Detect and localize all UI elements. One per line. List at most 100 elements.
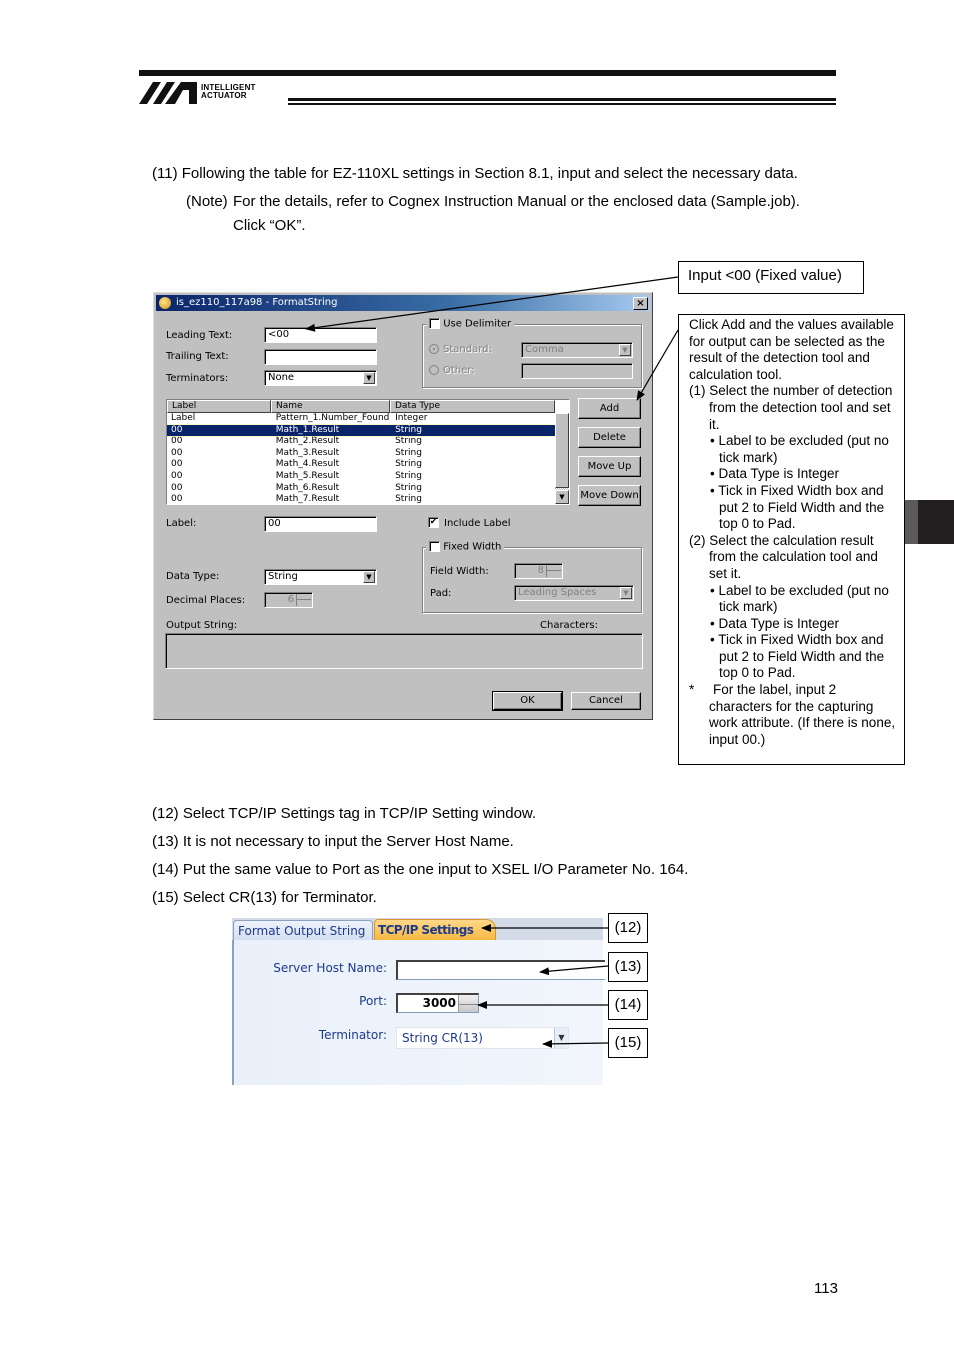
chevron-down-icon[interactable]: ▼ <box>620 587 632 599</box>
note-label: (Note) <box>186 193 228 210</box>
pad-select[interactable]: Leading Spaces ▼ <box>514 585 634 601</box>
output-string-label: Output String: <box>166 620 238 631</box>
cell-label: 00 <box>171 494 183 505</box>
decimal-places-value: 6 <box>287 594 294 605</box>
terminators-select[interactable]: None ▼ <box>264 370 377 386</box>
server-host-label: Server Host Name: <box>273 961 387 975</box>
output-items-list[interactable]: Label Name Data Type Label Pattern_1.Numb… <box>166 399 570 505</box>
callout-leading-text: Input <00 (Fixed value) <box>678 261 864 294</box>
chevron-down-icon[interactable]: ▼ <box>554 1028 568 1048</box>
chevron-down-icon[interactable]: ▼ <box>619 344 631 356</box>
standard-select[interactable]: Comma ▼ <box>521 342 633 358</box>
delete-button[interactable]: Delete <box>578 427 641 448</box>
callout-footnote: * For the label, input 2 characters for … <box>689 682 898 748</box>
fixed-width-checkbox[interactable] <box>429 541 440 552</box>
brand-line2: ACTUATOR <box>201 91 247 100</box>
cell-name: Pattern_1.Number_Found <box>275 413 390 423</box>
data-type-select[interactable]: String ▼ <box>264 569 377 585</box>
move-up-button[interactable]: Move Up <box>578 456 641 477</box>
output-string-box <box>165 633 643 669</box>
dialog-titlebar[interactable]: is_ez110_117a98 - FormatString × <box>156 295 650 311</box>
list-row[interactable]: 00 Math_7.Result String <box>167 494 555 505</box>
use-delimiter-checkbox[interactable] <box>429 318 440 329</box>
callout-bullet: • Data Type is Integer <box>710 615 840 631</box>
item-number: (1) <box>689 383 706 399</box>
step-14: (14) Put the same value to Port as the o… <box>152 861 689 878</box>
column-header-label[interactable]: Label <box>167 400 271 413</box>
callout-bullet: • Label to be excluded (put no tick mark… <box>710 582 889 615</box>
cell-type: String <box>395 494 422 505</box>
standard-radio[interactable] <box>429 344 439 354</box>
cell-type: String <box>395 470 422 481</box>
tab-format-output-string[interactable]: Format Output String <box>233 920 373 940</box>
list-row[interactable]: 00 Math_4.Result String <box>167 459 555 471</box>
spinner-arrows-icon[interactable] <box>546 565 561 577</box>
list-row[interactable]: 00 Math_1.Result String <box>167 423 556 438</box>
cell-name: Math_5.Result <box>275 470 340 481</box>
label-input[interactable]: 00 <box>264 516 377 532</box>
list-header: Label Name Data Type <box>167 400 555 413</box>
cell-label: 00 <box>171 459 183 470</box>
list-row[interactable]: 00 Math_2.Result String <box>167 436 555 448</box>
chevron-down-icon[interactable]: ▼ <box>363 571 375 583</box>
note-text: For the details, refer to Cognex Instruc… <box>233 193 800 210</box>
trailing-text-label: Trailing Text: <box>166 351 229 362</box>
ok-button[interactable]: OK <box>492 691 563 711</box>
close-button[interactable]: × <box>633 297 648 310</box>
standard-label: Standard: <box>443 344 492 355</box>
callout-bullet: • Data Type is Integer <box>710 466 840 482</box>
other-input[interactable] <box>521 363 633 379</box>
port-stepper[interactable]: 3000 <box>396 993 479 1013</box>
cell-name: Math_6.Result <box>275 482 340 493</box>
terminator-select[interactable]: String CR(13) ▼ <box>396 1027 569 1049</box>
cell-type: String <box>395 436 422 447</box>
field-width-value: 8 <box>537 565 544 576</box>
fixed-width-label: Fixed Width <box>443 541 502 553</box>
marker-12: (12) <box>608 913 648 943</box>
callout-add-note: Click Add and the values available for o… <box>678 314 905 765</box>
cell-label: Label <box>171 413 196 423</box>
list-row[interactable]: 00 Math_5.Result String <box>167 471 555 483</box>
close-icon: × <box>636 298 645 309</box>
column-header-data-type[interactable]: Data Type <box>390 400 555 413</box>
cell-label: 00 <box>171 436 183 447</box>
scroll-down-icon[interactable]: ▼ <box>555 490 569 504</box>
spinner-arrows-icon[interactable] <box>296 594 311 606</box>
cell-type: String <box>395 459 422 470</box>
list-row[interactable]: 00 Math_6.Result String <box>167 483 555 495</box>
cancel-button[interactable]: Cancel <box>571 692 641 710</box>
server-host-input[interactable] <box>396 960 605 980</box>
spinner-arrows-icon[interactable] <box>458 995 478 1012</box>
fixed-width-option[interactable]: Fixed Width <box>426 541 505 553</box>
chevron-down-icon[interactable]: ▼ <box>363 372 375 384</box>
add-button[interactable]: Add <box>578 398 641 419</box>
use-delimiter-label: Use Delimiter <box>443 318 512 330</box>
callout-bullet: • Tick in Fixed Width box and put 2 to F… <box>710 482 885 532</box>
leading-text-input[interactable]: <00 <box>264 327 377 343</box>
data-type-label: Data Type: <box>166 571 220 582</box>
terminator-label: Terminator: <box>318 1028 387 1042</box>
callout-item-2: (2) Select the calculation result from t… <box>689 533 898 583</box>
list-row[interactable]: Label Pattern_1.Number_Found Integer <box>167 413 555 425</box>
trailing-text-input[interactable] <box>264 349 377 365</box>
field-width-label: Field Width: <box>430 566 489 577</box>
other-radio[interactable] <box>429 365 439 375</box>
scrollbar-thumb[interactable] <box>555 413 569 488</box>
label-label: Label: <box>166 518 197 529</box>
column-header-name[interactable]: Name <box>271 400 390 413</box>
item-number: (2) <box>689 532 706 548</box>
use-delimiter-option[interactable]: Use Delimiter <box>426 318 515 330</box>
cell-name: Math_4.Result <box>275 459 340 470</box>
tab-tcpip-settings[interactable]: TCP/IP Settings <box>374 919 496 941</box>
cell-name: Math_1.Result <box>275 424 340 435</box>
move-down-button[interactable]: Move Down <box>578 485 641 506</box>
terminator-value: String CR(13) <box>402 1031 483 1045</box>
item-text: Select the number of detection from the … <box>709 383 893 432</box>
list-scrollbar[interactable]: ▼ <box>555 413 569 504</box>
decimal-places-label: Decimal Places: <box>166 595 246 606</box>
cell-name: Math_7.Result <box>275 494 340 505</box>
list-row[interactable]: 00 Math_3.Result String <box>167 448 555 460</box>
decimal-places-stepper[interactable]: 6 <box>264 592 313 608</box>
field-width-stepper[interactable]: 8 <box>514 563 563 579</box>
include-label-checkbox[interactable]: ✔ <box>428 517 439 528</box>
